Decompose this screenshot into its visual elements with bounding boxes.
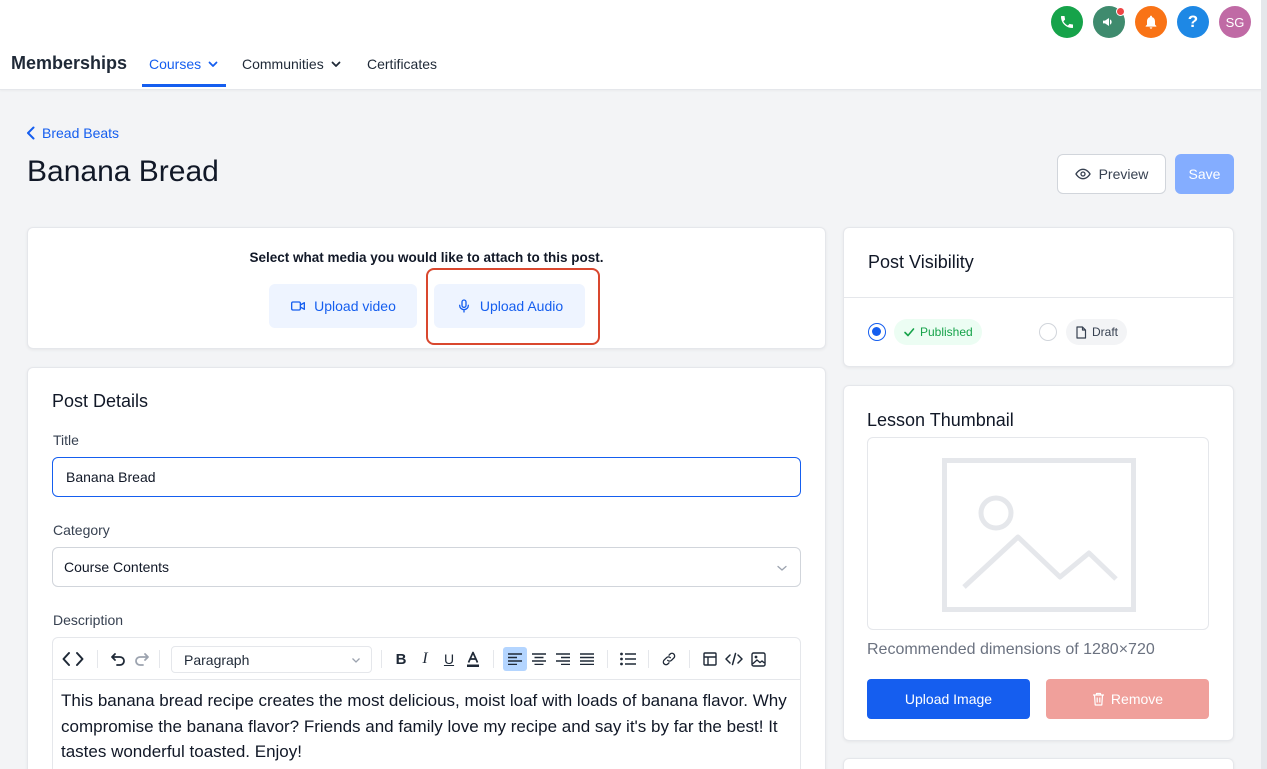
text-color-icon[interactable] (463, 649, 483, 669)
video-camera-icon (291, 301, 306, 311)
title-label: Title (53, 432, 79, 448)
block-format-select[interactable]: Paragraph (171, 646, 372, 673)
page-scrollbar[interactable] (1261, 0, 1267, 769)
description-label: Description (53, 612, 124, 628)
recommended-dimensions: Recommended dimensions of 1280×720 (867, 641, 1155, 659)
eye-icon (1074, 168, 1091, 180)
preview-button[interactable]: Preview (1057, 154, 1166, 194)
bold-icon[interactable]: B (391, 649, 411, 669)
tab-courses-label: Courses (149, 56, 202, 72)
image-placeholder-icon (942, 458, 1136, 612)
toolbar-divider (97, 650, 98, 668)
lesson-thumbnail-heading: Lesson Thumbnail (867, 410, 1014, 430)
category-value: Course Contents (64, 559, 170, 575)
save-button[interactable]: Save (1175, 154, 1234, 194)
active-tab-underline (142, 84, 226, 87)
category-label: Category (53, 522, 110, 538)
trash-icon (1092, 692, 1104, 706)
upload-video-label: Upload video (314, 298, 396, 314)
published-radio[interactable] (868, 323, 886, 341)
thumbnail-preview (867, 437, 1209, 630)
preview-label: Preview (1098, 166, 1149, 182)
redo-icon[interactable] (132, 649, 152, 669)
toolbar-divider (159, 650, 160, 668)
media-prompt: Select what media you would like to atta… (249, 250, 604, 265)
toolbar-divider (607, 650, 608, 668)
block-format-value: Paragraph (184, 651, 250, 668)
post-details-heading: Post Details (52, 391, 149, 411)
help-glyph: ? (1187, 12, 1199, 31)
page-title: Banana Bread (27, 155, 219, 188)
megaphone-icon[interactable] (1093, 6, 1125, 38)
align-center-icon[interactable] (529, 649, 549, 669)
draft-label: Draft (1092, 325, 1119, 339)
next-card (843, 758, 1234, 769)
editor-toolbar: Paragraph B I U (53, 638, 800, 680)
align-left-icon[interactable] (503, 647, 527, 671)
upload-image-button[interactable]: Upload Image (867, 679, 1030, 719)
bell-icon[interactable] (1135, 6, 1167, 38)
image-insert-icon[interactable] (748, 649, 768, 669)
published-badge: Published (894, 319, 982, 345)
chevron-down-icon (331, 61, 341, 67)
divider (844, 297, 1233, 298)
published-label: Published (920, 325, 973, 339)
chevron-left-icon (27, 126, 35, 140)
tab-certificates-label: Certificates (367, 56, 438, 72)
tab-certificates[interactable]: Certificates (367, 56, 437, 72)
align-right-icon[interactable] (553, 649, 573, 669)
italic-icon[interactable]: I (415, 649, 435, 669)
category-select[interactable]: Course Contents (52, 547, 801, 587)
remove-label: Remove (1110, 691, 1164, 707)
tab-communities[interactable]: Communities (242, 56, 342, 72)
align-justify-icon[interactable] (577, 649, 597, 669)
undo-icon[interactable] (108, 649, 128, 669)
title-input[interactable]: Banana Bread (52, 457, 801, 497)
breadcrumb-label: Bread Beats (42, 125, 120, 141)
toolbar-divider (493, 650, 494, 668)
recommended-value: 1280×720 (1083, 641, 1155, 658)
app-brand: Memberships (11, 53, 128, 73)
top-navigation-bar: Memberships Courses Communities Certific… (0, 0, 1267, 90)
underline-icon[interactable]: U (439, 649, 459, 669)
post-visibility-card: Post Visibility Published Draft (843, 227, 1234, 367)
remove-image-button[interactable]: Remove (1046, 679, 1209, 719)
breadcrumb[interactable]: Bread Beats (26, 125, 119, 141)
link-icon[interactable] (659, 649, 679, 669)
code-icon[interactable] (724, 649, 744, 669)
toolbar-divider (381, 650, 382, 668)
toolbar-divider (689, 650, 690, 668)
table-icon[interactable] (700, 649, 720, 669)
draft-radio[interactable] (1039, 323, 1057, 341)
description-editor-content[interactable]: This banana bread recipe creates the mos… (61, 688, 791, 765)
recommended-prefix: Recommended dimensions of (867, 641, 1084, 658)
avatar-initials: SG (1225, 14, 1245, 30)
upload-audio-highlight (426, 268, 600, 345)
toolbar-divider (648, 650, 649, 668)
chevron-down-icon (208, 61, 218, 67)
notification-dot (1116, 7, 1125, 16)
post-visibility-heading: Post Visibility (868, 252, 974, 272)
source-code-icon[interactable] (62, 649, 84, 669)
rich-text-editor: Paragraph B I U This banana bread recipe… (52, 637, 801, 769)
avatar[interactable]: SG (1219, 6, 1251, 38)
upload-video-button[interactable]: Upload video (269, 284, 417, 328)
check-icon (904, 328, 915, 337)
chevron-down-icon (352, 658, 360, 663)
bullet-list-icon[interactable] (618, 649, 638, 669)
help-icon[interactable]: ? (1177, 6, 1209, 38)
document-icon (1076, 325, 1087, 339)
chevron-down-icon (777, 565, 787, 571)
tab-courses[interactable]: Courses (149, 56, 219, 72)
header-icon-group: ? SG (1051, 6, 1251, 38)
phone-icon[interactable] (1051, 6, 1083, 38)
draft-badge: Draft (1066, 319, 1128, 345)
tab-communities-label: Communities (242, 56, 324, 72)
